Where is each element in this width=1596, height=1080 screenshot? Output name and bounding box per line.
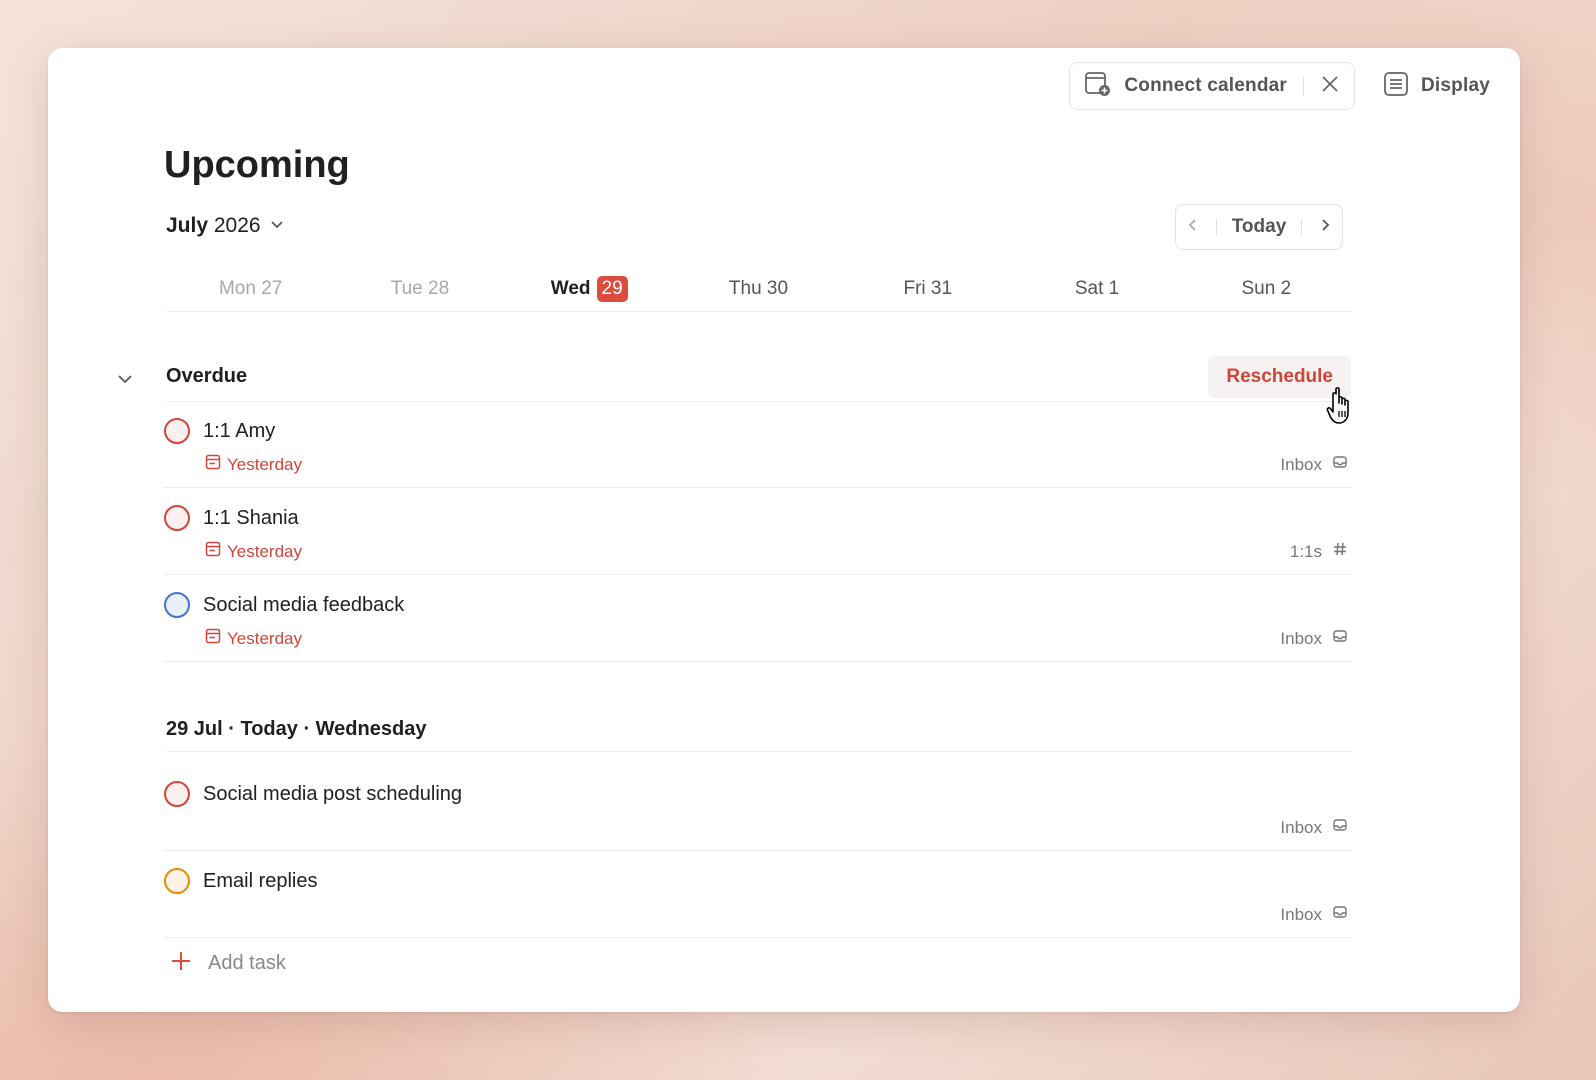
- week-strip: Mon 27 Tue 28 Wed 29 Thu 30 Fri 31 Sat 1…: [166, 275, 1351, 312]
- task-item[interactable]: Social media feedback Yesterday Inbox: [164, 592, 1352, 662]
- task-checkbox[interactable]: [164, 781, 190, 807]
- inbox-icon: [1332, 628, 1348, 649]
- connect-calendar-button[interactable]: Connect calendar: [1069, 62, 1355, 110]
- day-fri[interactable]: Fri 31: [843, 276, 1012, 311]
- task-name: Email replies: [203, 869, 318, 892]
- due-date[interactable]: Yesterday: [205, 454, 1352, 475]
- task-name: Social media post scheduling: [203, 782, 463, 805]
- day-label: Wed: [550, 277, 591, 299]
- project-tag[interactable]: Inbox: [1280, 628, 1348, 649]
- task-name: 1:1 Amy: [203, 419, 276, 442]
- today-button[interactable]: Today: [1232, 216, 1287, 238]
- day-mon[interactable]: Mon 27: [166, 276, 335, 311]
- day-sun[interactable]: Sun 2: [1182, 276, 1351, 311]
- task-name: Social media feedback: [203, 593, 405, 616]
- task-item[interactable]: 1:1 Amy Yesterday Inbox: [164, 418, 1352, 488]
- inbox-icon: [1332, 454, 1348, 475]
- day-thu[interactable]: Thu 30: [674, 276, 843, 311]
- top-toolbar: Connect calendar Display: [1069, 62, 1504, 110]
- project-label: Inbox: [1280, 628, 1322, 648]
- section-title: Overdue: [166, 365, 248, 387]
- chevron-right-icon[interactable]: [1316, 216, 1334, 239]
- task-item[interactable]: 1:1 Shania Yesterday 1:1s: [164, 505, 1352, 575]
- task-checkbox[interactable]: [164, 418, 190, 444]
- task-checkbox[interactable]: [164, 505, 190, 531]
- today-section-header: 29 Jul · Today · Wednesday: [166, 708, 1351, 752]
- month-name: July: [166, 214, 209, 237]
- task-checkbox[interactable]: [164, 868, 190, 894]
- calendar-icon: [205, 454, 221, 475]
- date-navigation: Today: [1175, 204, 1343, 250]
- divider: [1216, 219, 1218, 235]
- project-label: Inbox: [1280, 454, 1322, 474]
- plus-icon: [170, 950, 192, 977]
- divider: [1300, 219, 1302, 235]
- collapse-chevron-icon[interactable]: [116, 370, 134, 393]
- inbox-icon: [1332, 904, 1348, 925]
- due-label: Yesterday: [227, 541, 302, 561]
- display-label: Display: [1421, 75, 1490, 96]
- section-title: 29 Jul · Today · Wednesday: [166, 718, 427, 740]
- divider: [1303, 77, 1304, 95]
- due-date[interactable]: Yesterday: [205, 628, 1352, 649]
- app-window: Connect calendar Display Upcoming July 2…: [48, 48, 1520, 1012]
- task-name: 1:1 Shania: [203, 506, 299, 529]
- today-date-badge: 29: [596, 275, 628, 302]
- calendar-icon: [205, 541, 221, 562]
- display-icon: [1383, 71, 1409, 102]
- project-tag[interactable]: Inbox: [1280, 454, 1348, 475]
- display-button[interactable]: Display: [1369, 62, 1504, 110]
- task-item[interactable]: Social media post scheduling Inbox: [164, 781, 1352, 851]
- project-tag[interactable]: Inbox: [1280, 817, 1348, 838]
- close-icon[interactable]: [1320, 74, 1340, 99]
- project-tag[interactable]: 1:1s: [1290, 541, 1348, 562]
- year: 2026: [213, 214, 261, 237]
- task-item[interactable]: Email replies Inbox: [164, 868, 1352, 938]
- calendar-icon: [205, 628, 221, 649]
- day-sat[interactable]: Sat 1: [1012, 276, 1181, 311]
- day-label: Thu 30: [728, 277, 789, 299]
- day-label: Sat 1: [1074, 277, 1120, 299]
- project-label: Inbox: [1280, 817, 1322, 837]
- page-title: Upcoming: [164, 144, 350, 186]
- inbox-icon: [1332, 817, 1348, 838]
- day-label: Tue 28: [390, 277, 450, 299]
- due-date[interactable]: Yesterday: [205, 541, 1352, 562]
- chevron-left-icon[interactable]: [1184, 216, 1202, 239]
- day-label: Mon 27: [218, 277, 283, 299]
- month-label: July 2026: [166, 214, 261, 238]
- connect-calendar-label: Connect calendar: [1124, 75, 1287, 96]
- month-selector[interactable]: July 2026: [166, 214, 285, 238]
- project-label: Inbox: [1280, 904, 1322, 924]
- day-wed[interactable]: Wed 29: [505, 275, 674, 311]
- add-task-label: Add task: [208, 952, 286, 974]
- calendar-add-icon: [1084, 70, 1112, 103]
- overdue-section-header: Overdue Reschedule: [166, 352, 1351, 402]
- due-label: Yesterday: [227, 628, 302, 648]
- project-label: 1:1s: [1289, 541, 1322, 561]
- due-label: Yesterday: [227, 454, 302, 474]
- project-tag[interactable]: Inbox: [1280, 904, 1348, 925]
- hand-cursor-icon: [1326, 386, 1360, 431]
- task-checkbox[interactable]: [164, 592, 190, 618]
- day-label: Fri 31: [903, 277, 953, 299]
- hash-icon: [1332, 541, 1348, 562]
- add-task-button[interactable]: Add task: [170, 950, 286, 977]
- day-tue[interactable]: Tue 28: [335, 276, 504, 311]
- chevron-down-icon: [269, 216, 285, 237]
- day-label: Sun 2: [1241, 277, 1292, 299]
